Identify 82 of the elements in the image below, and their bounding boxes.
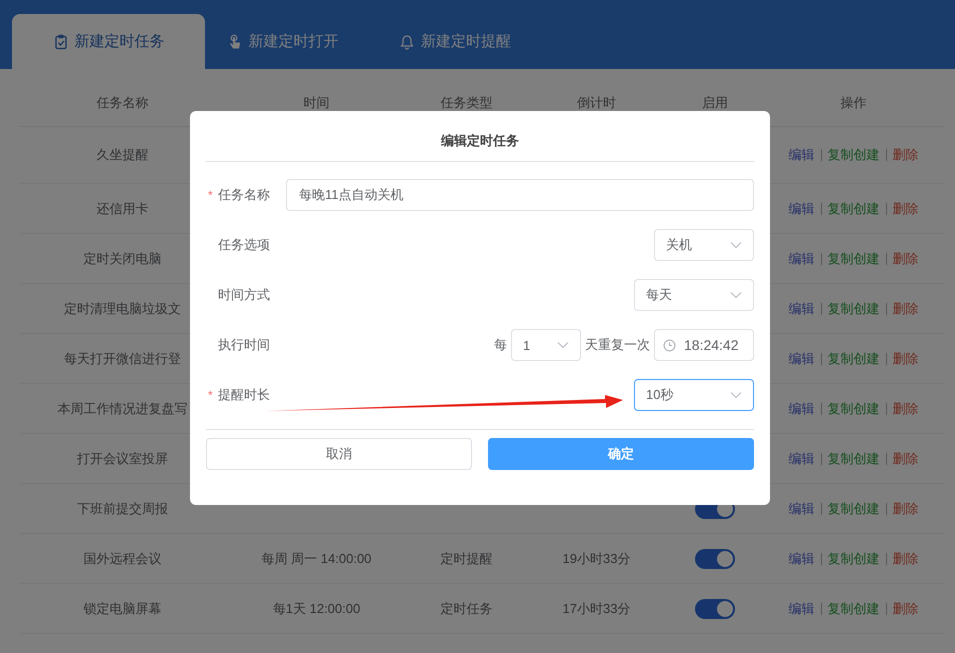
delete-link[interactable]: 删除 <box>892 146 918 164</box>
time-picker[interactable]: 18:24:42 <box>654 329 754 361</box>
delete-link[interactable]: 删除 <box>892 600 918 618</box>
select-field[interactable]: 每天 <box>634 279 754 311</box>
edit-link[interactable]: 编辑 <box>788 450 814 468</box>
copy-link[interactable]: 复制创建 <box>828 300 880 318</box>
copy-link[interactable]: 复制创建 <box>828 600 880 618</box>
task-name: 本周工作情况进复盘写 <box>58 400 188 418</box>
column-header: 任务名称 <box>96 94 150 112</box>
clock-icon <box>663 338 676 352</box>
edit-link[interactable]: 编辑 <box>788 250 814 268</box>
copy-link[interactable]: 复制创建 <box>828 450 880 468</box>
edit-link[interactable]: 编辑 <box>788 200 814 218</box>
chevron-icon <box>730 391 742 399</box>
tab[interactable]: 新建定时打开 <box>205 14 360 69</box>
chevron-icon <box>730 241 742 249</box>
delete-link[interactable]: 删除 <box>892 500 918 518</box>
edit-link[interactable]: 编辑 <box>788 300 814 318</box>
toggle-switch[interactable] <box>695 598 735 618</box>
task-name: 每天打开微信进行登 <box>64 350 181 368</box>
task-name: 下班前提交周报 <box>77 500 168 518</box>
edit-link[interactable]: 编辑 <box>788 146 814 164</box>
column-header: 启用 <box>701 94 729 112</box>
delete-link[interactable]: 删除 <box>892 450 918 468</box>
column-header: 操作 <box>840 94 868 112</box>
select-field[interactable]: 关机 <box>654 229 754 261</box>
count-select[interactable]: 1 <box>511 329 581 361</box>
suffix-label: 天重复一次 <box>585 336 650 354</box>
edit-link[interactable]: 编辑 <box>788 500 814 518</box>
chevron-icon <box>557 341 569 349</box>
chevron-icon <box>730 291 742 299</box>
field-label: 时间方式 <box>218 286 271 304</box>
copy-link[interactable]: 复制创建 <box>828 200 880 218</box>
copy-link[interactable]: 复制创建 <box>828 146 880 164</box>
field-label: 执行时间 <box>218 336 271 354</box>
tab[interactable]: 新建定时任务 <box>12 14 205 69</box>
task-type: 定时任务 <box>440 600 492 618</box>
confirm-button[interactable]: 确定 <box>488 438 754 470</box>
dialog-title: 编辑定时任务 <box>440 132 520 150</box>
task-name: 定时清理电脑垃圾文 <box>64 300 181 318</box>
countdown: 17小时33分 <box>562 600 630 618</box>
copy-link[interactable]: 复制创建 <box>828 400 880 418</box>
cancel-button[interactable]: 取消 <box>206 438 472 470</box>
copy-link[interactable]: 复制创建 <box>828 500 880 518</box>
select-field[interactable]: 10秒 <box>634 379 754 411</box>
edit-link[interactable]: 编辑 <box>788 400 814 418</box>
tab[interactable]: 新建定时提醒 <box>360 14 550 69</box>
task-name: 久坐提醒 <box>96 146 148 164</box>
task-name: 还信用卡 <box>96 200 148 218</box>
task-name-field[interactable]: 每晚11点自动关机 <box>286 179 754 211</box>
edit-link[interactable]: 编辑 <box>788 550 814 568</box>
delete-link[interactable]: 删除 <box>892 300 918 318</box>
delete-link[interactable]: 删除 <box>892 250 918 268</box>
column-header: 倒计时 <box>576 94 617 112</box>
copy-link[interactable]: 复制创建 <box>828 250 880 268</box>
task-name: 定时关闭电脑 <box>84 250 162 268</box>
column-header: 时间 <box>302 94 330 112</box>
prefix-label: 每 <box>494 336 507 354</box>
task-time: 每1天 12:00:00 <box>272 600 360 618</box>
task-name: 国外远程会议 <box>84 550 162 568</box>
task-name: 打开会议室投屏 <box>77 450 168 468</box>
required-mark: * <box>208 388 213 402</box>
copy-link[interactable]: 复制创建 <box>828 550 880 568</box>
clipboard-icon <box>52 34 68 50</box>
field-label: 任务选项 <box>218 236 271 254</box>
required-mark: * <box>208 188 213 202</box>
edit-link[interactable]: 编辑 <box>788 350 814 368</box>
toggle-switch[interactable] <box>695 548 735 568</box>
delete-link[interactable]: 删除 <box>892 550 918 568</box>
field-label: 提醒时长 <box>218 386 271 404</box>
task-name: 锁定电脑屏幕 <box>84 600 162 618</box>
countdown: 19小时33分 <box>562 550 630 568</box>
edit-link[interactable]: 编辑 <box>788 600 814 618</box>
delete-link[interactable]: 删除 <box>892 350 918 368</box>
copy-link[interactable]: 复制创建 <box>828 350 880 368</box>
delete-link[interactable]: 删除 <box>892 400 918 418</box>
column-header: 任务类型 <box>440 94 494 112</box>
task-time: 每周 周一 14:00:00 <box>262 550 372 568</box>
field-label: 任务名称 <box>218 186 271 204</box>
delete-link[interactable]: 删除 <box>892 200 918 218</box>
bell-icon <box>399 34 415 50</box>
task-type: 定时提醒 <box>440 550 492 568</box>
